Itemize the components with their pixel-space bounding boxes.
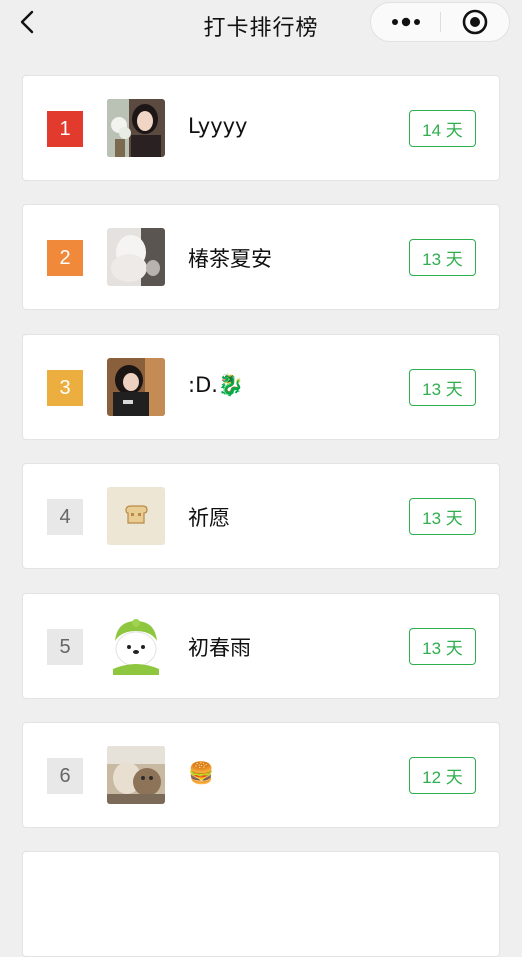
rank-badge: 6 (47, 758, 83, 794)
ranking-list: 1 Lyyyy 14 天 2 椿茶夏安 13 天 3:D.🐉 13 天 4 祈… (0, 0, 522, 957)
rank-badge: 3 (47, 370, 83, 406)
ranking-item[interactable]: 2 椿茶夏安 13 天 (22, 204, 500, 310)
days-badge: 13 天 (409, 628, 476, 665)
days-badge: 13 天 (409, 239, 476, 276)
ranking-item[interactable]: 3 :D.🐉 13 天 (22, 334, 500, 440)
days-badge: 13 天 (409, 498, 476, 535)
avatar[interactable] (107, 228, 165, 286)
ranking-item[interactable]: 4 祈愿 13 天 (22, 463, 500, 569)
user-name: 椿茶夏安 (188, 247, 272, 271)
rank-badge: 2 (47, 240, 83, 276)
user-name: 祈愿 (188, 506, 230, 530)
avatar[interactable] (107, 99, 165, 157)
more-dots-icon (391, 17, 420, 27)
avatar[interactable] (107, 617, 165, 675)
ranking-item[interactable]: 6 🍔 12 天 (22, 722, 500, 828)
days-badge: 13 天 (409, 369, 476, 406)
more-button[interactable] (371, 3, 440, 41)
ranking-item[interactable]: 1 Lyyyy 14 天 (22, 75, 500, 181)
rank-badge: 4 (47, 499, 83, 535)
ranking-item-partial (22, 851, 500, 957)
avatar[interactable] (107, 746, 165, 804)
rank-badge: 5 (47, 629, 83, 665)
close-button[interactable] (441, 3, 509, 41)
avatar[interactable] (107, 358, 165, 416)
user-name: 初春雨 (188, 636, 251, 660)
target-circle-icon (462, 9, 488, 35)
user-name: 🍔 (188, 761, 215, 785)
rank-badge: 1 (47, 111, 83, 147)
avatar[interactable] (107, 487, 165, 545)
mini-program-capsule (370, 2, 510, 42)
ranking-item[interactable]: 5 初春雨 13 天 (22, 593, 500, 699)
user-name: :D.🐉 (188, 373, 245, 397)
days-badge: 14 天 (409, 110, 476, 147)
days-badge: 12 天 (409, 757, 476, 794)
nav-bar: 打卡排行榜 (0, 0, 522, 48)
user-name: Lyyyy (188, 114, 248, 138)
